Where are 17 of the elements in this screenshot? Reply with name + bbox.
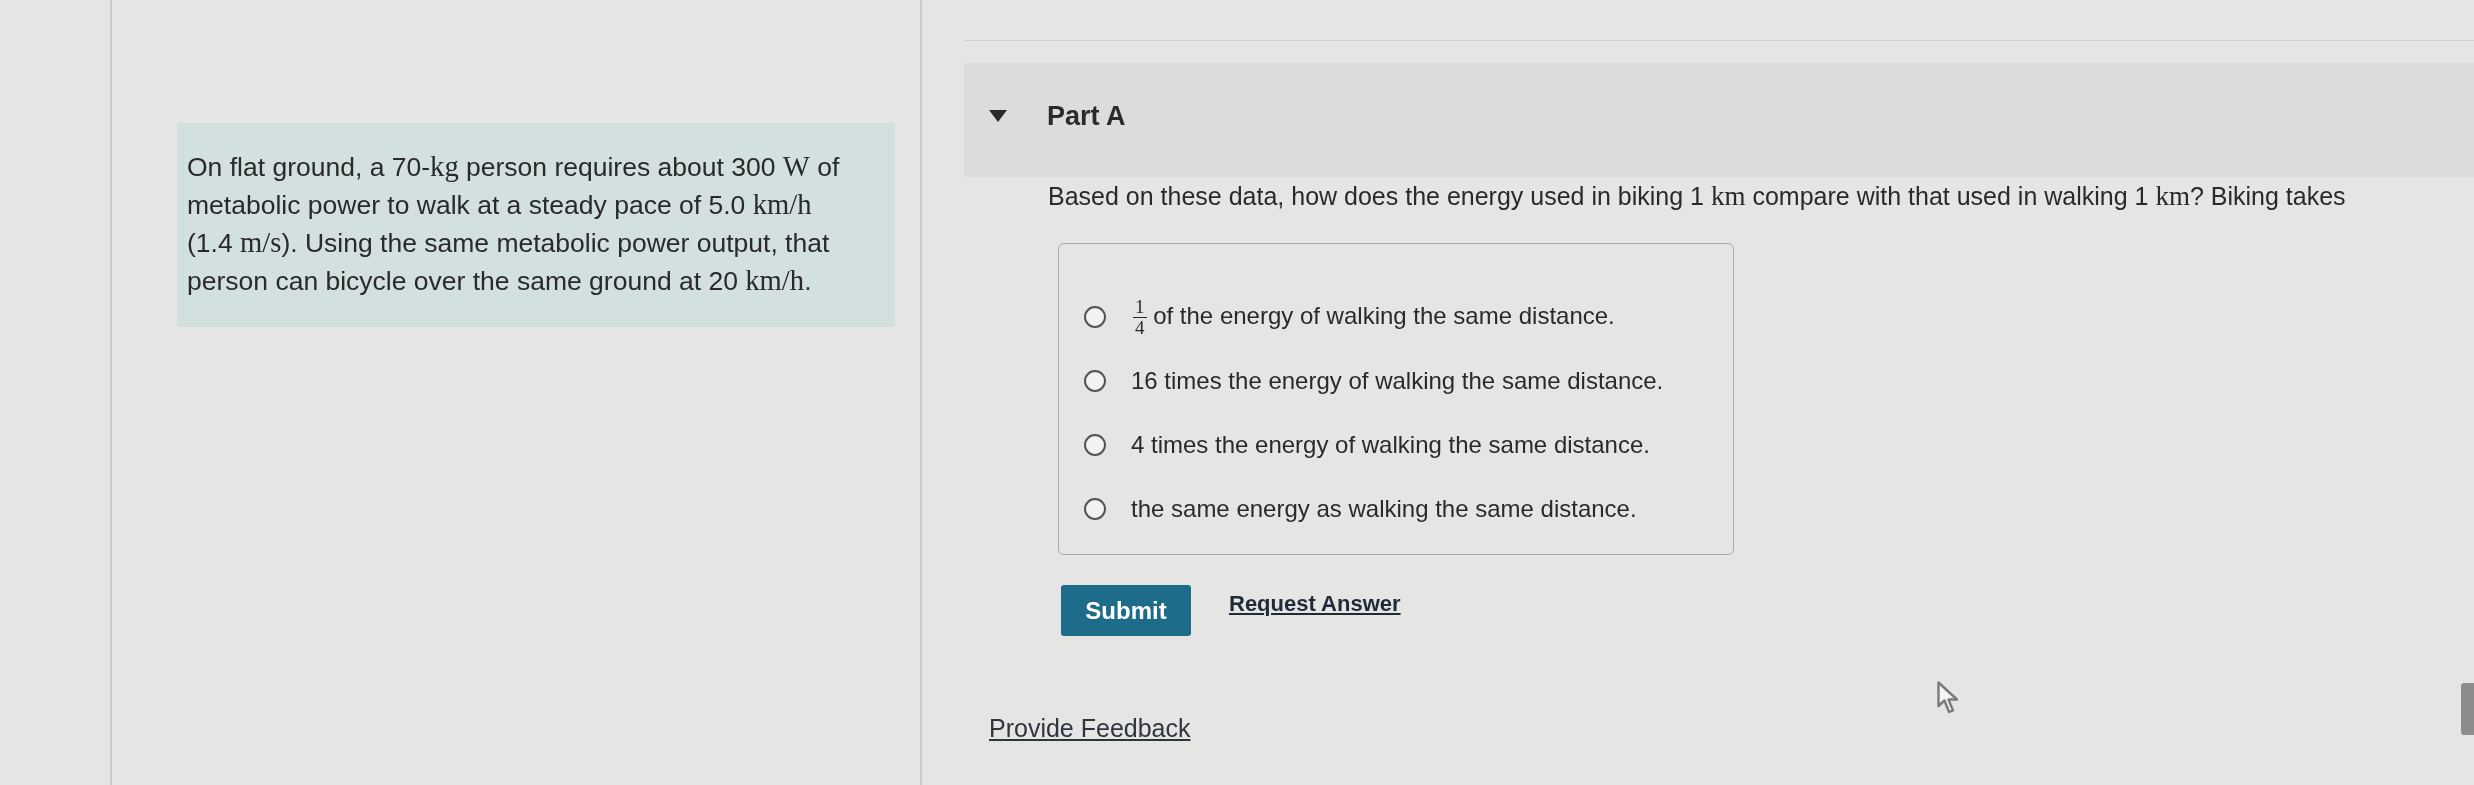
request-answer-link[interactable]: Request Answer	[1229, 590, 1401, 617]
option-label: 16 times the energy of walking the same distance.	[1131, 366, 1664, 396]
provide-feedback-link[interactable]: Provide Feedback	[989, 714, 1191, 743]
caret-icon[interactable]	[989, 110, 1007, 122]
question-text: Based on these data, how does the energy used in biking 1 km compare with that used in walking 1 km? Biking takes	[1048, 181, 2346, 211]
option-label: the same energy as walking the same distance.	[1131, 494, 1637, 524]
scroll-handle	[2461, 683, 2474, 735]
radio-button[interactable]	[1084, 306, 1106, 328]
mouse-pointer-icon	[1937, 681, 1961, 715]
radio-button[interactable]	[1084, 434, 1106, 456]
option-label: 4 times the energy of walking the same distance.	[1131, 430, 1650, 460]
part-header[interactable]: Part A	[964, 63, 2474, 177]
radio-button[interactable]	[1084, 498, 1106, 520]
submit-button[interactable]: Submit	[1061, 585, 1191, 636]
part-title: Part A	[1047, 100, 1126, 132]
radio-button[interactable]	[1084, 370, 1106, 392]
problem-text: On flat ground, a 70-kg person requires about 300 W of metabolic power to walk at a steady pace of 5.0 km/h (1.4 m/s). Using the same metabolic power output, that person can bicycle over the same ground at 20 km/h.	[187, 149, 841, 298]
